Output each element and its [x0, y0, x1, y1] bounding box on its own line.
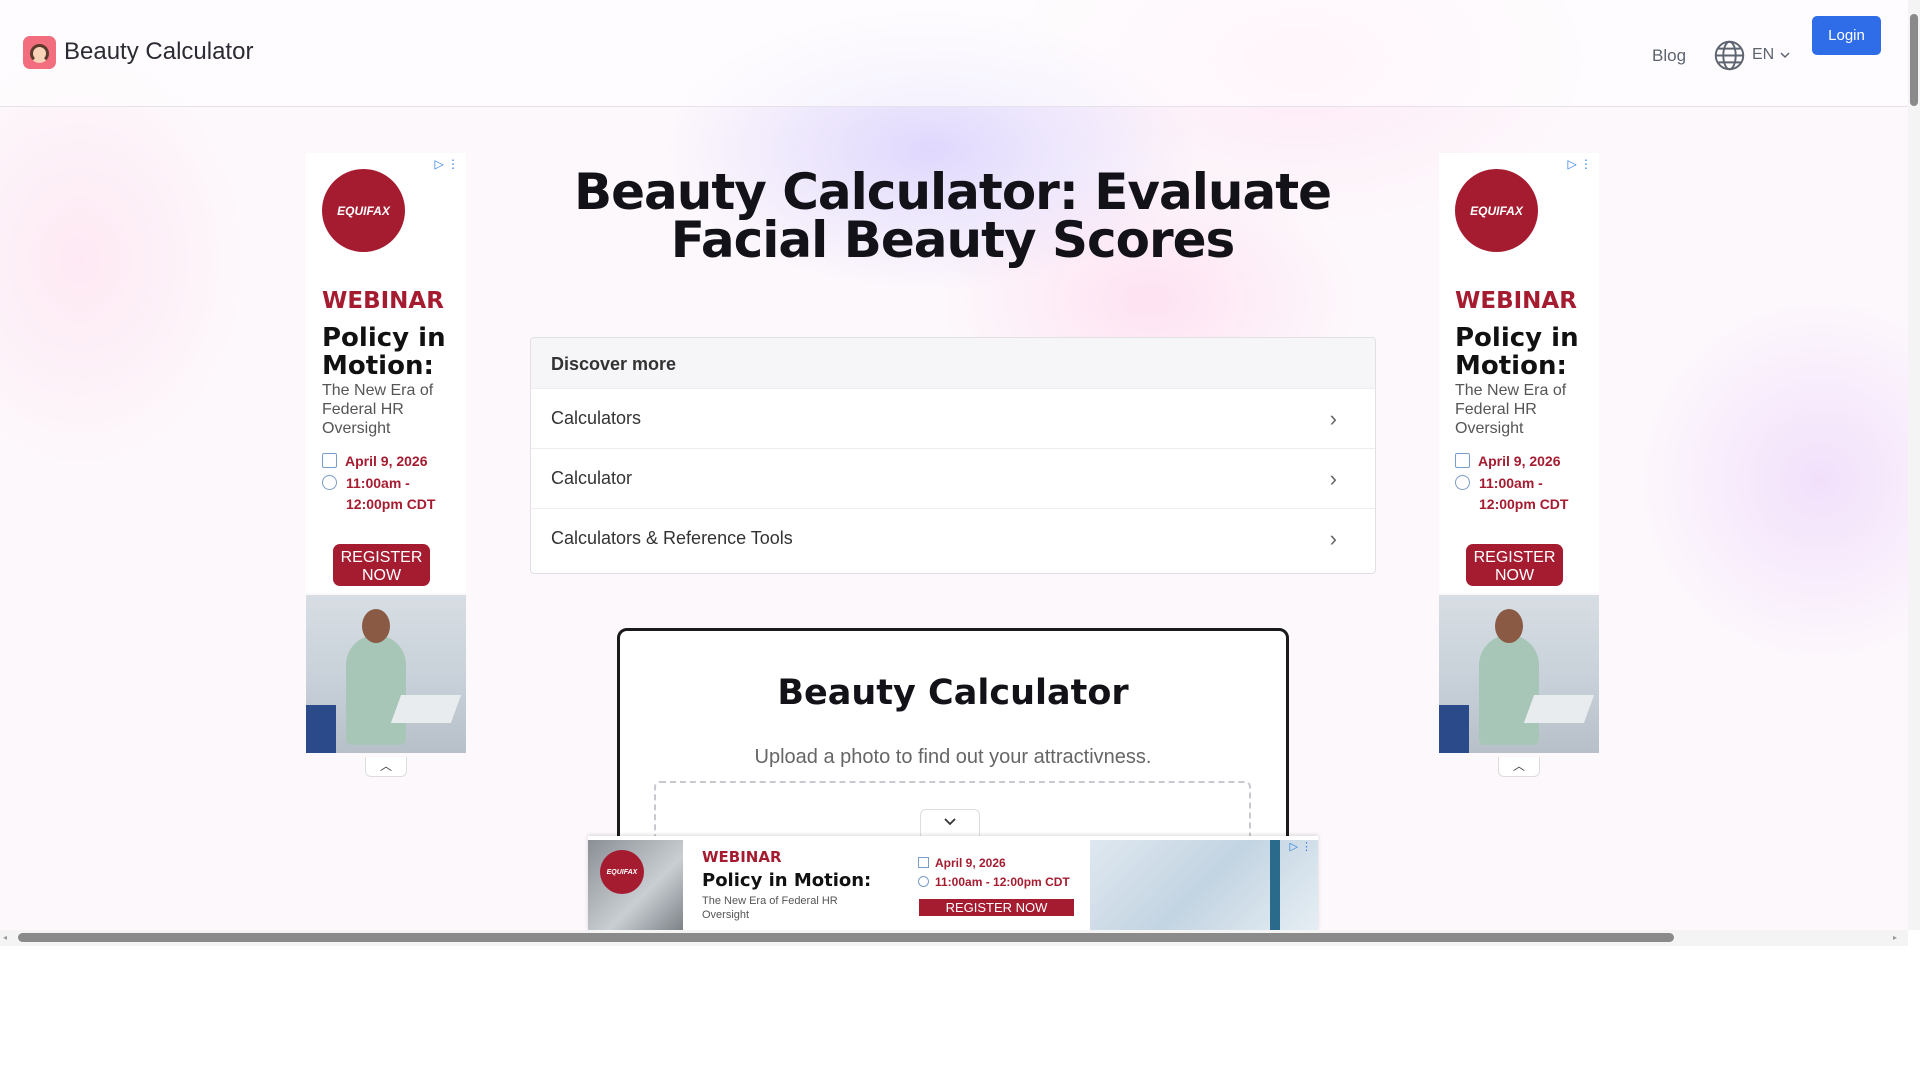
scrollbar-thumb[interactable] [18, 933, 1674, 942]
ad-brand-logo: EQUIFAX [322, 169, 405, 252]
vertical-scrollbar[interactable] [1908, 0, 1920, 930]
ad-time: 11:00am - 12:00pm CDT [918, 875, 1070, 889]
ad-time: 11:00am - 12:00pm CDT [322, 473, 435, 512]
ad-brand-logo: EQUIFAX [600, 850, 644, 894]
ad-graphic [1090, 840, 1318, 930]
ad-tag: WEBINAR [702, 848, 782, 866]
collapse-ad-button[interactable]: ︿ [1498, 757, 1540, 777]
page-title: Beauty Calculator: Evaluate Facial Beaut… [573, 163, 1332, 269]
page-viewport: Beauty Calculator Blog EN Login ▷ ⋮ EQUI… [0, 0, 1908, 930]
adchoices-icon[interactable]: ▷ ⋮ [434, 157, 459, 171]
chevron-right-icon: › [1329, 525, 1337, 551]
ad-date: April 9, 2026 [918, 856, 1006, 870]
scrollbar-thumb[interactable] [1910, 14, 1918, 106]
app-name: Beauty Calculator [64, 38, 254, 65]
ad-tag: WEBINAR [322, 288, 444, 314]
login-button[interactable]: Login [1812, 16, 1881, 55]
ad-register-button[interactable]: REGISTER NOW [919, 899, 1074, 916]
chevron-right-icon: › [1329, 465, 1337, 491]
ad-tag: WEBINAR [1455, 288, 1577, 314]
ad-date: April 9, 2026 [322, 453, 428, 469]
discover-heading: Discover more [531, 338, 1375, 388]
calendar-icon [1455, 453, 1470, 468]
discover-item-calculators[interactable]: Calculators › [531, 388, 1375, 448]
calendar-icon [918, 857, 929, 868]
calculator-subtitle: Upload a photo to find out your attracti… [754, 746, 1152, 768]
ad-brand-logo: EQUIFAX [1455, 169, 1538, 252]
chevron-down-icon [1780, 52, 1790, 59]
ad-headline: Policy in Motion: [1455, 323, 1579, 381]
discover-item-reference-tools[interactable]: Calculators & Reference Tools › [531, 508, 1375, 568]
ad-headline: Policy in Motion: [702, 870, 872, 891]
left-side-ad[interactable]: ▷ ⋮ EQUIFAX WEBINAR Policy in Motion: Th… [306, 153, 466, 777]
globe-icon [1714, 40, 1745, 70]
discover-more-panel: Discover more Calculators › Calculator ›… [530, 337, 1376, 574]
ad-photo [1439, 595, 1599, 753]
scroll-left-icon[interactable]: ◂ [3, 933, 7, 942]
clock-icon [918, 876, 929, 887]
language-selector[interactable]: EN [1713, 38, 1790, 72]
chevron-down-icon [944, 818, 956, 826]
site-header: Beauty Calculator Blog EN Login [0, 0, 1908, 107]
clock-icon [322, 475, 337, 490]
discover-item-calculator[interactable]: Calculator › [531, 448, 1375, 508]
nav-blog-link[interactable]: Blog [1652, 46, 1686, 66]
language-code: EN [1752, 46, 1775, 63]
adchoices-icon[interactable]: ▷ ⋮ [1289, 840, 1312, 853]
ad-subline: The New Era of Federal HR Oversight [702, 895, 838, 921]
horizontal-scrollbar[interactable]: ◂ ▸ [0, 930, 1908, 946]
ad-photo [306, 595, 466, 753]
calculator-title: Beauty Calculator [777, 673, 1129, 713]
clock-icon [1455, 475, 1470, 490]
logo-icon [23, 36, 56, 69]
ad-time: 11:00am - 12:00pm CDT [1455, 473, 1568, 512]
ad-subline: The New Era of Federal HR Oversight [1455, 382, 1567, 437]
scroll-right-icon[interactable]: ▸ [1893, 933, 1897, 942]
chevron-right-icon: › [1329, 405, 1337, 431]
ad-card[interactable]: ▷ ⋮ EQUIFAX WEBINAR Policy in Motion: Th… [306, 153, 466, 593]
bottom-banner-ad[interactable]: EQUIFAX WEBINAR Policy in Motion: The Ne… [588, 836, 1318, 930]
ad-card[interactable]: ▷ ⋮ EQUIFAX WEBINAR Policy in Motion: Th… [1439, 153, 1599, 593]
ad-headline: Policy in Motion: [322, 323, 446, 381]
expand-bottom-ad-button[interactable] [920, 809, 980, 836]
right-side-ad[interactable]: ▷ ⋮ EQUIFAX WEBINAR Policy in Motion: Th… [1439, 153, 1599, 777]
adchoices-icon[interactable]: ▷ ⋮ [1567, 157, 1592, 171]
collapse-ad-button[interactable]: ︿ [365, 757, 407, 777]
ad-register-button[interactable]: REGISTER NOW [1466, 544, 1563, 586]
ad-date: April 9, 2026 [1455, 453, 1561, 469]
ad-subline: The New Era of Federal HR Oversight [322, 382, 434, 437]
calendar-icon [322, 453, 337, 468]
ad-register-button[interactable]: REGISTER NOW [333, 544, 430, 586]
